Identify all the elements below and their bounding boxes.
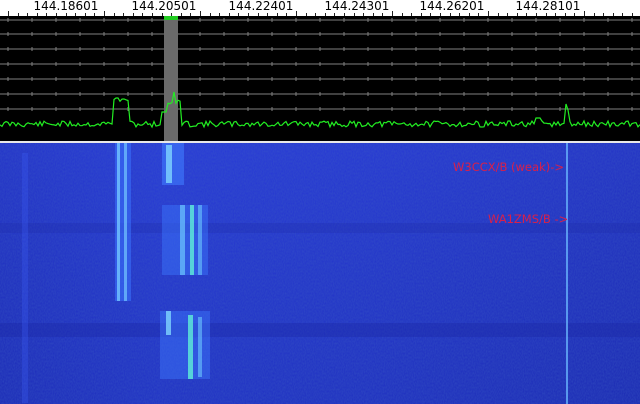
- waterfall-display[interactable]: W3CCX/B (weak)-> WA1ZMS/B ->: [0, 143, 640, 404]
- selection-marker[interactable]: [164, 16, 178, 20]
- frequency-scale[interactable]: 144.18601 144.20501 144.22401 144.24301 …: [0, 0, 640, 17]
- beacon-trace: [566, 143, 568, 404]
- freq-label-144-26201: 144.26201: [419, 0, 485, 13]
- sdr-display: 144.18601 144.20501 144.22401 144.24301 …: [0, 0, 640, 404]
- spectrum-plot: [0, 16, 640, 142]
- signal-track-1: [115, 143, 131, 301]
- spectrum-panel[interactable]: [0, 16, 640, 142]
- selection-band[interactable]: [164, 16, 178, 142]
- freq-label-144-22401: 144.22401: [228, 0, 294, 13]
- freq-label-144-20501: 144.20501: [131, 0, 197, 13]
- annotation-wa1zms-beacon: WA1ZMS/B ->: [488, 212, 569, 226]
- freq-label-144-24301: 144.24301: [324, 0, 390, 13]
- spectrum-grid: [0, 18, 640, 111]
- freq-label-144-18601: 144.18601: [33, 0, 99, 13]
- annotation-w3ccx-beacon: W3CCX/B (weak)->: [453, 160, 564, 174]
- waterfall-image: [0, 143, 640, 404]
- faint-signal-left: [22, 153, 28, 403]
- freq-label-144-28101: 144.28101: [515, 0, 581, 13]
